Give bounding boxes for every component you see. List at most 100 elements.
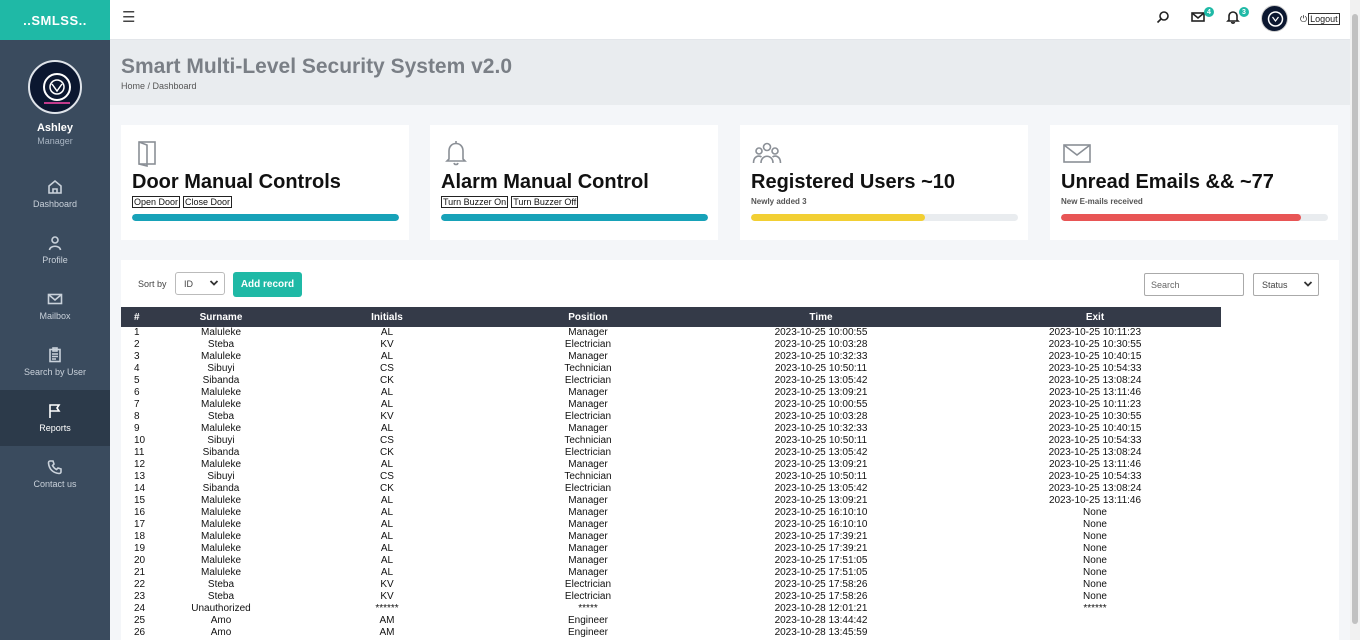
table-row[interactable]: 20 Maluleke AL Manager 2023-10-25 17:51:05 No… [121, 555, 1221, 567]
table-row[interactable]: 5 Sibanda CK Electrician 2023-10-25 13:05:42… [121, 375, 1221, 387]
table-cell: 19 [134, 543, 146, 554]
table-cell [969, 627, 1221, 639]
envelope-icon [1191, 12, 1205, 22]
table-cell: 2023-10-25 10:50:11 [774, 363, 868, 374]
table-row[interactable]: 17 Maluleke AL Manager 2023-10-25 16:10:10 No… [121, 519, 1221, 531]
table-cell: Maluleke [200, 459, 242, 470]
scrollbar[interactable] [1350, 0, 1360, 640]
table-cell: AL [380, 459, 394, 470]
buzzer-on-button[interactable]: Turn Buzzer On [441, 196, 509, 208]
table-cell: 2023-10-25 10:11:23 [1048, 399, 1142, 410]
table-row[interactable]: 2 Steba KV Electrician 2023-10-25 10:03:28 20… [121, 339, 1221, 351]
column-header[interactable]: Exit [969, 307, 1221, 327]
table-row[interactable]: 12 Maluleke AL Manager 2023-10-25 13:09:21 20… [121, 459, 1221, 471]
table-cell: 26 [134, 627, 146, 638]
table-cell: 2023-10-25 13:09:21 [774, 459, 868, 470]
table-row[interactable]: 24 Unauthorized ****** ***** 2023-10-28 12:0… [121, 603, 1221, 615]
sidebar-item-search-by-user[interactable]: Search by User [0, 334, 110, 390]
table-row[interactable]: 13 Sibuyi CS Technician 2023-10-25 10:50:11 2… [121, 471, 1221, 483]
table-cell: AL [380, 387, 394, 398]
table-cell: Manager [568, 555, 608, 566]
table-row[interactable]: 26 Amo AM Engineer 2023-10-28 13:45:59 [121, 627, 1221, 639]
sidebar-item-mailbox[interactable]: Mailbox [0, 278, 110, 334]
table-row[interactable]: 4 Sibuyi CS Technician 2023-10-25 10:50:11 20… [121, 363, 1221, 375]
table-row[interactable]: 3 Maluleke AL Manager 2023-10-25 10:32:33 202… [121, 351, 1221, 363]
table-cell: AL [380, 399, 394, 410]
column-header[interactable]: # [121, 307, 171, 327]
table-cell: 20 [134, 555, 146, 566]
card-title: Alarm Manual Control [441, 171, 649, 193]
column-header[interactable]: Surname [171, 307, 271, 327]
table-cell: 2023-10-25 13:09:21 [774, 387, 868, 398]
table-row[interactable]: 21 Maluleke AL Manager 2023-10-25 17:51:05 No… [121, 567, 1221, 579]
table-cell: Sibanda [202, 447, 240, 458]
sidebar-item-contact-us[interactable]: Contact us [0, 446, 110, 502]
page-title: Smart Multi-Level Security System v2.0 [121, 55, 512, 78]
table-row[interactable]: 6 Maluleke AL Manager 2023-10-25 13:09:21 202… [121, 387, 1221, 399]
table-row[interactable]: 8 Steba KV Electrician 2023-10-25 10:03:28 20… [121, 411, 1221, 423]
table-row[interactable]: 1 Maluleke AL Manager 2023-10-25 10:00:55 202… [121, 327, 1221, 339]
table-cell: Manager [568, 399, 608, 410]
table-cell: 2023-10-25 17:51:05 [774, 555, 868, 566]
close-door-button[interactable]: Close Door [183, 196, 233, 208]
add-record-button[interactable]: Add record [233, 272, 302, 297]
sidebar-item-reports[interactable]: Reports [0, 390, 110, 446]
table-cell: 17 [134, 519, 146, 530]
notifications-button[interactable]: 3 [1226, 7, 1249, 26]
table-cell: None [1083, 579, 1107, 590]
column-header[interactable]: Time [673, 307, 969, 327]
table-row[interactable]: 23 Steba KV Electrician 2023-10-25 17:58:26 N… [121, 591, 1221, 603]
search-input[interactable] [1144, 273, 1244, 296]
bell-icon [445, 141, 467, 166]
table-cell: 23 [134, 591, 146, 602]
logout-label: Logout [1308, 13, 1340, 25]
table-cell: AL [380, 543, 394, 554]
buzzer-off-button[interactable]: Turn Buzzer Off [511, 196, 579, 208]
table-row[interactable]: 15 Maluleke AL Manager 2023-10-25 13:09:21 20… [121, 495, 1221, 507]
table-row[interactable]: 10 Sibuyi CS Technician 2023-10-25 10:50:11 2… [121, 435, 1221, 447]
table-row[interactable]: 22 Steba KV Electrician 2023-10-25 17:58:26 N… [121, 579, 1221, 591]
table-row[interactable]: 14 Sibanda CK Electrician 2023-10-25 13:05:4… [121, 483, 1221, 495]
sidebar-item-profile[interactable]: Profile [0, 222, 110, 278]
table-cell: 2023-10-25 10:11:23 [1048, 327, 1142, 338]
table-row[interactable]: 19 Maluleke AL Manager 2023-10-25 17:39:21 No… [121, 543, 1221, 555]
table-cell: ***** [578, 603, 598, 614]
messages-button[interactable]: 4 [1191, 7, 1214, 26]
table-cell: AL [380, 327, 394, 338]
table-cell: 25 [134, 615, 146, 626]
table-cell: 2023-10-25 13:11:46 [1048, 387, 1142, 398]
logout-button[interactable]: ⏻ Logout [1300, 13, 1340, 25]
table-row[interactable]: 16 Maluleke AL Manager 2023-10-25 16:10:10 No… [121, 507, 1221, 519]
users-icon [752, 142, 782, 164]
table-cell: 2023-10-25 13:05:42 [774, 375, 868, 386]
status-select[interactable]: Status [1253, 273, 1319, 296]
menu-toggle-icon[interactable]: ☰ [122, 8, 135, 26]
table-cell: 12 [134, 459, 146, 470]
brand-logo[interactable]: ..SMLSS.. [0, 0, 110, 40]
table-cell: KV [380, 339, 394, 350]
table-cell: CK [380, 447, 394, 458]
table-cell: Maluleke [200, 351, 242, 362]
sidebar-item-dashboard[interactable]: Dashboard [0, 166, 110, 222]
table-cell: 2023-10-28 13:45:59 [774, 627, 868, 638]
table-cell: 2 [134, 339, 140, 350]
scrollbar-thumb[interactable] [1352, 14, 1358, 624]
sort-select[interactable]: ID [175, 272, 225, 295]
table-row[interactable]: 18 Maluleke AL Manager 2023-10-25 17:39:21 No… [121, 531, 1221, 543]
user-avatar[interactable] [1261, 5, 1288, 32]
table-row[interactable]: 7 Maluleke AL Manager 2023-10-25 10:00:55 202… [121, 399, 1221, 411]
table-cell: 2023-10-25 17:39:21 [774, 543, 868, 554]
column-header[interactable]: Position [503, 307, 673, 327]
page-header: Smart Multi-Level Security System v2.0 H… [110, 41, 1350, 105]
table-cell: 2023-10-25 10:54:33 [1048, 471, 1142, 482]
chevron-down-icon [209, 280, 219, 286]
open-door-button[interactable]: Open Door [132, 196, 181, 208]
search-icon[interactable] [1156, 10, 1172, 26]
column-header[interactable]: Initials [271, 307, 503, 327]
table-cell: 18 [134, 531, 146, 542]
table-cell: 3 [134, 351, 140, 362]
mail-icon [47, 293, 63, 305]
table-row[interactable]: 11 Sibanda CK Electrician 2023-10-25 13:05:4… [121, 447, 1221, 459]
table-row[interactable]: 25 Amo AM Engineer 2023-10-28 13:44:42 [121, 615, 1221, 627]
table-row[interactable]: 9 Maluleke AL Manager 2023-10-25 10:32:33 202… [121, 423, 1221, 435]
